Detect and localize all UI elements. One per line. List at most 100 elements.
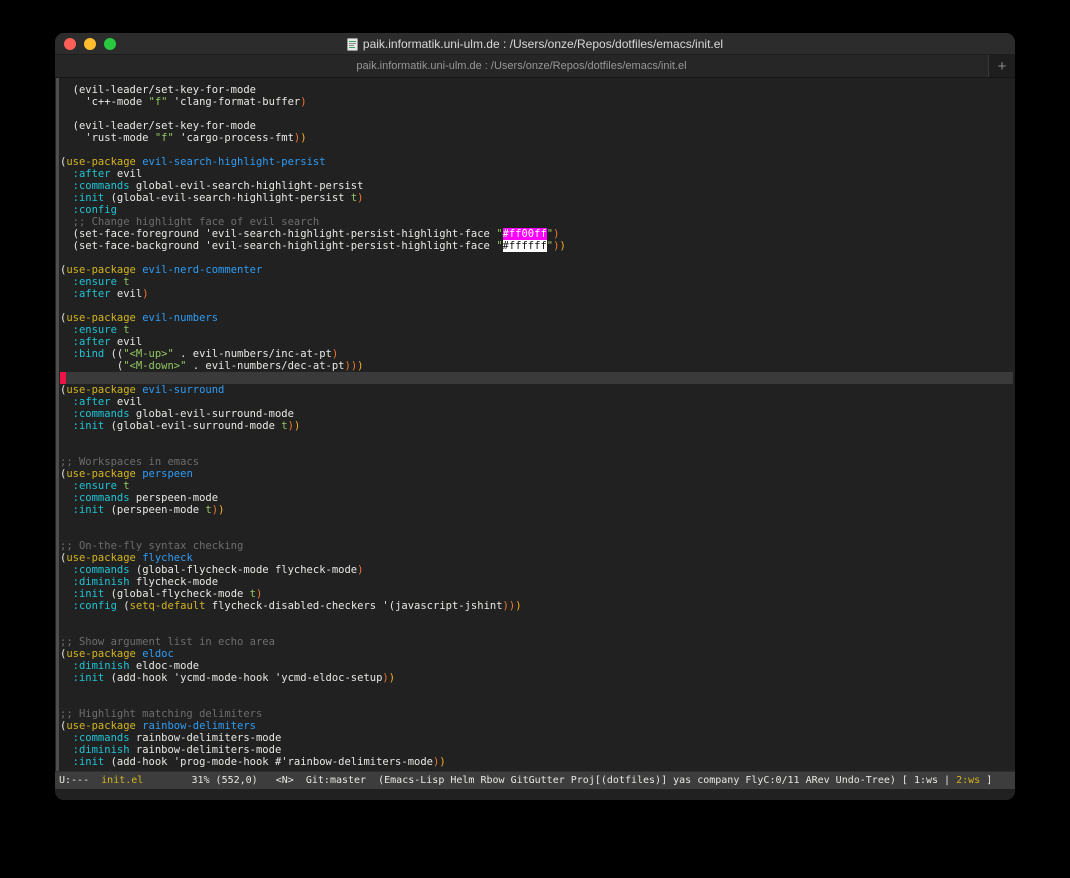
- code-token: evil-search-highlight-persist: [142, 156, 326, 168]
- code-line[interactable]: [60, 528, 1013, 540]
- code-token: eldoc: [142, 648, 174, 660]
- code-line[interactable]: [60, 444, 1013, 456]
- modeline-segment: 2:ws: [956, 775, 981, 786]
- code-line[interactable]: :init (perspeen-mode t)): [60, 504, 1013, 516]
- code-token: global-evil-search-highlight-persist: [129, 180, 364, 192]
- code-line[interactable]: :after evil: [60, 168, 1013, 180]
- code-line[interactable]: :init (add-hook 'prog-mode-hook #'rainbo…: [60, 756, 1013, 768]
- code-token: (set-face-foreground 'evil-search-highli…: [60, 228, 497, 240]
- code-line[interactable]: [60, 696, 1013, 708]
- code-line[interactable]: (use-package evil-numbers: [60, 312, 1013, 324]
- code-line[interactable]: :commands rainbow-delimiters-mode: [60, 732, 1013, 744]
- file-proxy-icon[interactable]: [346, 37, 358, 51]
- code-line[interactable]: (use-package evil-surround: [60, 384, 1013, 396]
- code-line[interactable]: :init (add-hook 'ycmd-mode-hook 'ycmd-el…: [60, 672, 1013, 684]
- left-fringe: [56, 78, 59, 771]
- code-line[interactable]: :commands global-evil-surround-mode: [60, 408, 1013, 420]
- code-line[interactable]: (use-package eldoc: [60, 648, 1013, 660]
- code-line[interactable]: (use-package rainbow-delimiters: [60, 720, 1013, 732]
- code-token: :commands: [60, 180, 130, 192]
- code-token: evil: [110, 168, 143, 180]
- code-line[interactable]: :diminish flycheck-mode: [60, 576, 1013, 588]
- tab-init-el[interactable]: paik.informatik.uni-ulm.de : /Users/onze…: [55, 55, 988, 77]
- code-line[interactable]: 'c++-mode "f" 'clang-format-buffer): [60, 96, 1013, 108]
- code-token: :diminish: [60, 744, 130, 756]
- modeline-segment: 31% (552,0) <N> Git:master (Emacs-Lisp H…: [143, 775, 957, 786]
- code-line[interactable]: (use-package flycheck: [60, 552, 1013, 564]
- code-token: :init: [60, 672, 105, 684]
- code-line[interactable]: :config (setq-default flycheck-disabled-…: [60, 600, 1013, 612]
- code-token: ): [553, 228, 560, 240]
- code-line[interactable]: :init (global-evil-surround-mode t)): [60, 420, 1013, 432]
- code-line[interactable]: :diminish eldoc-mode: [60, 660, 1013, 672]
- code-token: flycheck-disabled-checkers '(javascript-…: [205, 600, 503, 612]
- code-line[interactable]: ("<M-down>" . evil-numbers/dec-at-pt))): [60, 360, 1013, 372]
- code-line[interactable]: ;; Show argument list in echo area: [60, 636, 1013, 648]
- modeline-segment: ]: [980, 775, 993, 786]
- code-line[interactable]: :ensure t: [60, 276, 1013, 288]
- code-line[interactable]: [60, 624, 1013, 636]
- code-line[interactable]: ;; On-the-fly syntax checking: [60, 540, 1013, 552]
- code-line[interactable]: [60, 300, 1013, 312]
- code-token: :init: [60, 756, 105, 768]
- code-token: ;; Change highlight face of evil search: [60, 216, 320, 228]
- code-line[interactable]: (set-face-foreground 'evil-search-highli…: [60, 228, 1013, 240]
- code-line[interactable]: :bind (("<M-up>" . evil-numbers/inc-at-p…: [60, 348, 1013, 360]
- code-token: perspeen-mode: [129, 492, 219, 504]
- code-line[interactable]: [60, 516, 1013, 528]
- code-line[interactable]: [60, 144, 1013, 156]
- code-line[interactable]: :diminish rainbow-delimiters-mode: [60, 744, 1013, 756]
- echo-area[interactable]: [55, 789, 1015, 800]
- code-line[interactable]: ;; Change highlight face of evil search: [60, 216, 1013, 228]
- code-line[interactable]: :after evil: [60, 336, 1013, 348]
- code-token: ): [300, 96, 307, 108]
- code-line[interactable]: [60, 252, 1013, 264]
- code-line[interactable]: :init (global-evil-search-highlight-pers…: [60, 192, 1013, 204]
- code-line[interactable]: 'rust-mode "f" 'cargo-process-fmt)): [60, 132, 1013, 144]
- code-line[interactable]: :commands perspeen-mode: [60, 492, 1013, 504]
- code-line[interactable]: ;; Workspaces in emacs: [60, 456, 1013, 468]
- mode-line: U:--- init.el 31% (552,0) <N> Git:master…: [55, 771, 1015, 789]
- editor-buffer[interactable]: (evil-leader/set-key-for-mode 'c++-mode …: [55, 78, 1015, 771]
- code-token: use-package: [66, 264, 136, 276]
- code-token: :after: [60, 288, 111, 300]
- code-line[interactable]: :init (global-flycheck-mode t): [60, 588, 1013, 600]
- code-line[interactable]: (evil-leader/set-key-for-mode: [60, 120, 1013, 132]
- code-line[interactable]: [60, 684, 1013, 696]
- code-line[interactable]: :ensure t: [60, 480, 1013, 492]
- code-line[interactable]: ;; Highlight matching delimiters: [60, 708, 1013, 720]
- code-line-current[interactable]: [60, 372, 1013, 384]
- code-token: (global-evil-surround-mode: [104, 420, 282, 432]
- code-area[interactable]: (evil-leader/set-key-for-mode 'c++-mode …: [55, 78, 1015, 768]
- code-line[interactable]: (use-package evil-search-highlight-persi…: [60, 156, 1013, 168]
- code-token: evil: [110, 336, 143, 348]
- code-line[interactable]: :after evil): [60, 288, 1013, 300]
- code-line[interactable]: (set-face-background 'evil-search-highli…: [60, 240, 1013, 252]
- code-token: (perspeen-mode: [104, 504, 206, 516]
- code-line[interactable]: [60, 432, 1013, 444]
- code-token: (global-flycheck-mode flycheck-mode: [129, 564, 358, 576]
- code-token: use-package: [66, 156, 136, 168]
- code-token: "f": [148, 96, 168, 108]
- code-token: (: [116, 600, 130, 612]
- code-token: ): [300, 132, 307, 144]
- code-line[interactable]: [60, 108, 1013, 120]
- code-token: :config: [60, 600, 117, 612]
- code-line[interactable]: :ensure t: [60, 324, 1013, 336]
- code-line[interactable]: :commands (global-flycheck-mode flycheck…: [60, 564, 1013, 576]
- code-line[interactable]: :commands global-evil-search-highlight-p…: [60, 180, 1013, 192]
- code-token: "<M-up>": [123, 348, 174, 360]
- code-token: ): [293, 420, 301, 432]
- code-line[interactable]: (evil-leader/set-key-for-mode: [60, 84, 1013, 96]
- code-token: rainbow-delimiters-mode: [129, 732, 282, 744]
- code-token: (evil-leader/set-key-for-mode: [60, 84, 256, 96]
- code-line[interactable]: :after evil: [60, 396, 1013, 408]
- code-token: evil-surround: [142, 384, 225, 396]
- window-titlebar[interactable]: paik.informatik.uni-ulm.de : /Users/onze…: [55, 33, 1015, 55]
- new-tab-button[interactable]: +: [988, 55, 1015, 77]
- code-line[interactable]: [60, 612, 1013, 624]
- code-line[interactable]: :config: [60, 204, 1013, 216]
- modeline-segment: U:---: [59, 775, 102, 786]
- code-line[interactable]: (use-package perspeen: [60, 468, 1013, 480]
- code-line[interactable]: (use-package evil-nerd-commenter: [60, 264, 1013, 276]
